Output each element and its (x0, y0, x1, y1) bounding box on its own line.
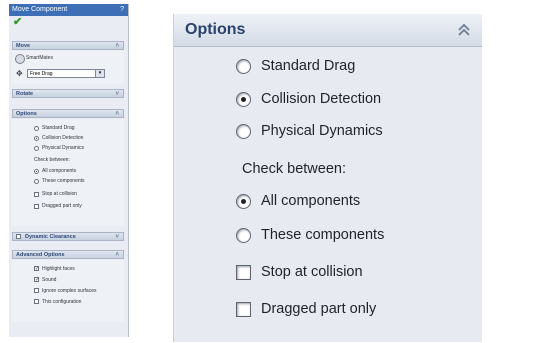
ok-check-icon[interactable]: ✔ (13, 15, 22, 28)
chevron-up-icon[interactable]: ˄ (115, 42, 119, 51)
group-header-move[interactable]: Move ˄ (12, 41, 124, 50)
radio-label-collision-detection: Collision Detection (261, 91, 382, 107)
checkbox-label: This configuration (42, 299, 82, 305)
drag-mode-select[interactable]: Free Drag ▾ (27, 69, 105, 78)
radio-standard-drag[interactable] (236, 59, 251, 74)
smartmates-label[interactable]: SmartMates (26, 55, 53, 61)
drag-mode-value: Free Drag (30, 71, 53, 77)
ok-row: ✔ (9, 16, 128, 28)
group-header-options[interactable]: Options ˄ (12, 109, 124, 118)
radio-label: Standard Drag (42, 125, 75, 131)
check-between-label: Check between: (242, 161, 346, 177)
checkbox-label: Stop at collision (42, 191, 78, 197)
radio-collision-detection[interactable] (236, 92, 251, 107)
group-title: Advanced Options (16, 252, 65, 258)
radio-label: These components (42, 178, 85, 184)
radio-label-standard-drag: Standard Drag (261, 58, 356, 74)
check-between-label: Check between: (34, 157, 70, 163)
radio-all-components[interactable] (236, 194, 251, 209)
chevron-down-icon[interactable]: ˅ (115, 90, 119, 99)
radio-label: Physical Dynamics (42, 145, 84, 151)
options-group-header[interactable]: Options (174, 14, 482, 47)
group-title: Move (16, 43, 31, 49)
radio-physical-dynamics[interactable] (34, 146, 39, 151)
checkbox-label: Highlight faces (42, 266, 75, 272)
radio-label-these-components: These components (261, 227, 385, 243)
radio-label: Collision Detection (42, 135, 84, 141)
options-panel-zoomed: Options Standard Drag Collision Detectio… (173, 14, 482, 342)
checkbox-sound[interactable]: ✓ (34, 277, 39, 283)
checkbox-label: Ignore complex surfaces (42, 288, 97, 294)
chevron-up-icon[interactable]: ˄ (115, 110, 119, 119)
group-header-advanced-options[interactable]: Advanced Options ˄ (12, 250, 124, 259)
checkbox-stop-at-collision[interactable] (236, 265, 251, 280)
radio-these-components[interactable] (34, 179, 39, 184)
radio-physical-dynamics[interactable] (236, 124, 251, 139)
chevron-down-icon[interactable]: ˅ (115, 233, 119, 242)
checkbox-dragged-part-only[interactable] (236, 302, 251, 317)
checkbox-label: Sound (42, 277, 57, 283)
radio-label: All components (42, 168, 77, 174)
options-title: Options (185, 21, 246, 38)
radio-all-components[interactable] (34, 169, 39, 174)
checkbox-highlight-faces[interactable]: ✓ (34, 266, 39, 272)
group-title: Dynamic Clearance (25, 234, 76, 240)
property-manager-titlebar: Move Component ? (9, 4, 128, 16)
group-body-options: Standard Drag Collision Detection Physic… (12, 119, 124, 226)
move-arrows-icon: ✥ (16, 69, 23, 78)
checkbox-label: Dragged part only (42, 203, 82, 209)
group-body-move: SmartMates ✥ Free Drag ▾ (12, 51, 124, 84)
smartmates-icon[interactable] (15, 54, 25, 64)
radio-label-all-components: All components (261, 193, 361, 209)
checkbox-stop-at-collision[interactable] (34, 192, 39, 197)
checkbox-label-stop-at-collision: Stop at collision (261, 264, 363, 280)
chevron-up-icon[interactable]: ˄ (115, 251, 119, 260)
chevron-down-icon[interactable]: ▾ (95, 70, 104, 77)
group-header-dynamic-clearance[interactable]: Dynamic Clearance ˅ (12, 232, 124, 241)
checkbox-dynamic-clearance[interactable] (16, 234, 21, 239)
checkbox-ignore-complex-surfaces[interactable] (34, 288, 39, 293)
help-button[interactable]: ? (120, 4, 124, 16)
checkbox-label-dragged-part-only: Dragged part only (261, 301, 377, 317)
property-manager-panel: Move Component ? ✔ Move ˄ SmartMates ✥ F… (9, 4, 129, 337)
radio-label-physical-dynamics: Physical Dynamics (261, 123, 383, 139)
group-title: Options (16, 111, 37, 117)
group-body-advanced-options: ✓ Highlight faces ✓ Sound Ignore complex… (12, 260, 124, 322)
checkbox-dragged-part-only[interactable] (34, 204, 39, 209)
radio-collision-detection[interactable] (34, 136, 39, 141)
radio-these-components[interactable] (236, 228, 251, 243)
group-header-rotate[interactable]: Rotate ˅ (12, 89, 124, 98)
group-title: Rotate (16, 91, 34, 97)
checkbox-this-configuration[interactable] (34, 299, 39, 304)
radio-standard-drag[interactable] (34, 126, 39, 131)
double-chevron-up-icon[interactable] (455, 21, 473, 39)
panel-title: Move Component (12, 6, 68, 13)
